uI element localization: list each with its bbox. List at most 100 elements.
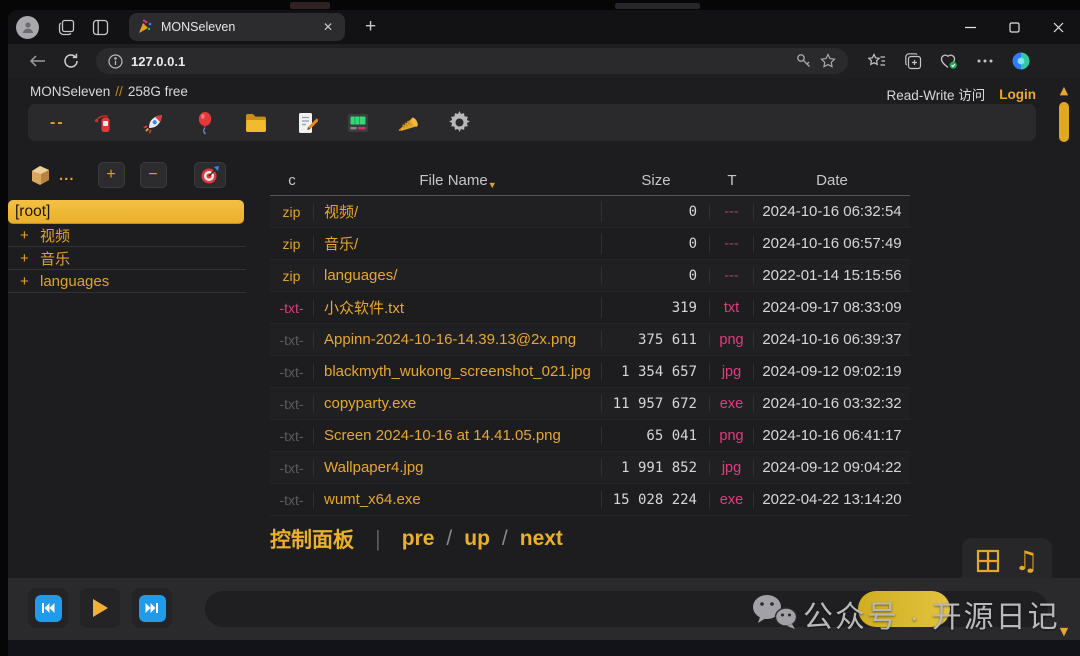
- workspaces-icon[interactable]: [49, 14, 83, 40]
- grid-view-icon[interactable]: [975, 548, 1001, 574]
- cell-action[interactable]: -txt-: [270, 300, 314, 316]
- login-link[interactable]: Login: [999, 87, 1036, 102]
- cell-action[interactable]: zip: [270, 236, 314, 252]
- play-button[interactable]: [83, 591, 117, 625]
- copilot-icon[interactable]: [1006, 48, 1036, 74]
- pager-link-pre[interactable]: pre: [402, 527, 435, 551]
- tree-item[interactable]: + 视频: [8, 224, 246, 247]
- screen: MONSeleven ✕ +: [0, 0, 1080, 656]
- address-bar[interactable]: 127.0.0.1: [96, 48, 848, 74]
- cell-type[interactable]: txt: [710, 300, 754, 316]
- close-window-button[interactable]: [1036, 10, 1080, 44]
- tree-item-root[interactable]: [root]: [8, 200, 244, 224]
- cell-date: 2024-10-16 06:39:37: [754, 331, 910, 348]
- calculator-icon[interactable]: [345, 110, 371, 136]
- next-track-button[interactable]: [139, 595, 166, 622]
- scrollbar-thumb[interactable]: [1059, 102, 1069, 142]
- cell-type[interactable]: png: [710, 332, 754, 348]
- balloon-icon[interactable]: [192, 110, 218, 136]
- cell-type[interactable]: jpg: [710, 364, 754, 380]
- settings-gear-icon[interactable]: [447, 110, 473, 136]
- cell-action[interactable]: zip: [270, 204, 314, 220]
- fire-extinguisher-icon[interactable]: [90, 110, 116, 136]
- tab-close-icon[interactable]: ✕: [319, 19, 337, 35]
- cell-type[interactable]: png: [710, 428, 754, 444]
- tree-expand-icon[interactable]: +: [20, 227, 30, 244]
- tree-item-label[interactable]: 音乐: [40, 248, 70, 269]
- tree-item-label[interactable]: 视频: [40, 225, 70, 246]
- cell-type[interactable]: exe: [710, 492, 754, 508]
- cell-type[interactable]: jpg: [710, 460, 754, 476]
- cell-type[interactable]: exe: [710, 396, 754, 412]
- new-tab-button[interactable]: +: [359, 16, 382, 38]
- minimize-button[interactable]: [948, 10, 992, 44]
- collections-icon[interactable]: [898, 48, 928, 74]
- control-panel-link[interactable]: 控制面板: [270, 524, 354, 554]
- column-header-c[interactable]: c: [270, 172, 314, 189]
- pager-link-up[interactable]: up: [464, 527, 490, 551]
- cell-file-name[interactable]: wumt_x64.exe: [314, 491, 602, 508]
- cell-action: -txt-: [270, 428, 314, 444]
- seek-bar[interactable]: [205, 591, 1048, 627]
- cell-file-name[interactable]: 小众软件.txt: [314, 297, 602, 318]
- tree-expand-icon[interactable]: +: [20, 273, 30, 290]
- table-row: -txt-wumt_x64.exe15 028 224exe2022-04-22…: [270, 484, 910, 516]
- toolbar-collapse-button[interactable]: --: [50, 114, 65, 132]
- cell-size: 15 028 224: [602, 492, 710, 508]
- cell-file-name[interactable]: Screen 2024-10-16 at 14.41.05.png: [314, 427, 602, 444]
- cell-date: 2024-10-16 06:32:54: [754, 203, 910, 220]
- cell-file-name[interactable]: 视频/: [314, 201, 602, 222]
- rocket-icon[interactable]: [141, 110, 167, 136]
- back-icon[interactable]: [22, 48, 52, 74]
- tree-expand-icon[interactable]: +: [20, 250, 30, 267]
- cell-file-name[interactable]: copyparty.exe: [314, 395, 602, 412]
- cell-file-name[interactable]: languages/: [314, 267, 602, 284]
- cell-file-name[interactable]: Wallpaper4.jpg: [314, 459, 602, 476]
- url-text[interactable]: 127.0.0.1: [131, 54, 788, 69]
- site-name[interactable]: MONSeleven: [30, 84, 110, 104]
- desktop-background-smudge: [290, 2, 330, 9]
- column-header-date[interactable]: Date: [754, 172, 910, 189]
- cell-file-name[interactable]: Appinn-2024-10-16-14.39.13@2x.png: [314, 331, 602, 348]
- tab-preview-icon[interactable]: [83, 14, 117, 40]
- pager: 控制面板 | pre/up/next: [270, 524, 563, 554]
- bread-toggle-icon[interactable]: [28, 163, 53, 187]
- dart-target-icon: [200, 165, 220, 185]
- profile-avatar[interactable]: [16, 16, 39, 39]
- tree-jump-to-folder-button[interactable]: [194, 162, 226, 188]
- table-row: zip视频/0---2024-10-16 06:32:54: [270, 196, 910, 228]
- cell-file-name[interactable]: blackmyth_wukong_screenshot_021.jpg: [314, 363, 602, 380]
- more-menu-icon[interactable]: [970, 48, 1000, 74]
- page-bottom-strip: [8, 640, 1080, 656]
- tree-item[interactable]: + 音乐: [8, 247, 246, 270]
- tree-dots[interactable]: ...: [59, 167, 75, 184]
- favorite-star-icon[interactable]: [820, 53, 836, 69]
- scrollbar-up-icon[interactable]: ▲: [1056, 84, 1072, 97]
- pager-link-next[interactable]: next: [520, 527, 563, 551]
- maximize-button[interactable]: [992, 10, 1036, 44]
- favorites-bar-icon[interactable]: [862, 48, 892, 74]
- cell-action[interactable]: zip: [270, 268, 314, 284]
- refresh-icon[interactable]: [56, 48, 86, 74]
- tree-item[interactable]: + languages: [8, 270, 246, 293]
- browser-essentials-icon[interactable]: [934, 48, 964, 74]
- folder-icon[interactable]: [243, 110, 269, 136]
- audio-player-icon[interactable]: ♫: [1014, 546, 1038, 577]
- column-header-size[interactable]: Size: [602, 172, 710, 189]
- scrollbar-down-icon[interactable]: ▼: [1056, 625, 1072, 638]
- memo-icon[interactable]: [294, 110, 320, 136]
- tab-monseleven[interactable]: MONSeleven ✕: [129, 13, 345, 41]
- tree-expand-button[interactable]: +: [98, 162, 125, 188]
- previous-track-button[interactable]: [35, 595, 62, 622]
- cell-file-name[interactable]: 音乐/: [314, 233, 602, 254]
- password-key-icon[interactable]: [796, 53, 812, 69]
- tree-collapse-button[interactable]: −: [140, 162, 167, 188]
- cell-date: 2022-01-14 15:15:56: [754, 267, 910, 284]
- trumpet-icon[interactable]: [396, 110, 422, 136]
- site-info-icon[interactable]: [108, 54, 123, 69]
- table-row: -txt-Appinn-2024-10-16-14.39.13@2x.png37…: [270, 324, 910, 356]
- column-header-name[interactable]: File Name▼: [314, 172, 602, 190]
- cell-action: -txt-: [270, 332, 314, 348]
- tree-item-label[interactable]: languages: [40, 273, 109, 290]
- column-header-type[interactable]: T: [710, 172, 754, 189]
